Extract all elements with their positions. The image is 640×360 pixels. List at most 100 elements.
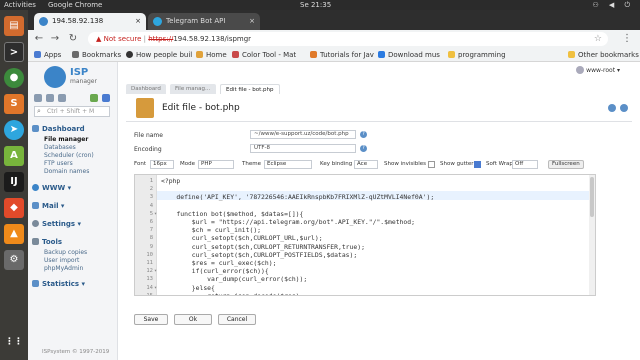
fold-toggle-icon[interactable]: ▾ [154, 210, 157, 218]
address-bar[interactable]: ▲ Not secure | https://194.58.92.138/isp… [88, 32, 608, 46]
files-icon[interactable]: ▤ [4, 16, 24, 36]
code-line[interactable]: $ch = curl_init(); [161, 226, 261, 234]
sidebar-item-databases[interactable]: Databases [44, 144, 76, 151]
bookmark-bookmarks[interactable]: Bookmarks [72, 48, 121, 62]
not-secure-icon[interactable]: ▲ [96, 35, 101, 43]
terminal-icon[interactable]: > [4, 42, 24, 62]
save-button[interactable]: Save [134, 314, 168, 325]
menu-icon[interactable]: ⋮ [620, 32, 634, 46]
section-settings[interactable]: Settings ▾ [32, 220, 81, 228]
font-size-select[interactable]: 16px [150, 160, 174, 169]
code-line[interactable]: $url = "https://api.telegram.org/bot".AP… [161, 218, 415, 226]
code-line[interactable]: curl_setopt($ch,CURLOPT_URL,$url); [161, 234, 323, 242]
user-menu[interactable]: www-root ▾ [576, 66, 620, 74]
show-apps-icon[interactable]: ⋮⋮ [4, 332, 24, 352]
mode-select[interactable]: PHP [198, 160, 234, 169]
code-line[interactable]: return json_decode($res); [161, 292, 303, 295]
back-icon[interactable]: ← [32, 32, 46, 46]
collapse-icon[interactable] [102, 94, 110, 102]
help-icon[interactable]: ? [360, 131, 367, 138]
code-line[interactable]: function bot($method, $datas=[]){ [161, 210, 303, 218]
bookmark-programming[interactable]: programming [448, 48, 506, 62]
sidebar-item-domain-names[interactable]: Domain names [44, 168, 89, 175]
fullscreen-button[interactable]: Fullscreen [548, 160, 584, 169]
history-icon[interactable] [58, 94, 66, 102]
file-name-field[interactable]: ~/www/e-support.uz/code/bot.php [250, 130, 356, 139]
bookmark-tutorials[interactable]: Tutorials for Jav [310, 48, 374, 62]
code-line[interactable]: $res = curl_exec($ch); [161, 259, 277, 267]
cancel-button[interactable]: Cancel [218, 314, 256, 325]
code-line[interactable]: }else{ [161, 284, 215, 292]
section-dashboard[interactable]: Dashboard [32, 125, 85, 133]
close-icon[interactable]: × [249, 13, 255, 30]
close-icon[interactable]: × [135, 13, 141, 30]
encoding-select[interactable]: UTF-8 [250, 144, 356, 153]
code-line[interactable]: curl_setopt($ch,CURLOPT_RETURNTRANSFER,t… [161, 243, 365, 251]
crumb-dashboard[interactable]: Dashboard [126, 84, 166, 94]
scroll-thumb[interactable] [590, 177, 594, 217]
fold-toggle-icon[interactable]: ▾ [154, 284, 157, 292]
vlc-icon[interactable]: ▲ [4, 224, 24, 244]
settings-icon[interactable]: ⚙ [4, 250, 24, 270]
menu-grid-icon[interactable] [34, 94, 42, 102]
system-tray-icons[interactable]: ⚇ ◀ ⏻ [592, 0, 634, 10]
expand-icon[interactable] [90, 94, 98, 102]
invisibles-checkbox[interactable] [428, 161, 435, 168]
refresh-icon[interactable] [608, 104, 616, 112]
bookmark-color-tool[interactable]: Color Tool - Mat [232, 48, 296, 62]
code-line[interactable]: if(curl_error($ch)){ [161, 267, 269, 275]
bookmark-star-icon[interactable]: ☆ [594, 32, 602, 46]
bookmark-how-people[interactable]: How people buil [126, 48, 192, 62]
help-icon[interactable]: ? [360, 145, 367, 152]
code-editor[interactable]: 1 <?php 2 3 define('API_KEY', '787226546:AA… [134, 174, 596, 296]
help-icon[interactable] [620, 104, 628, 112]
clock[interactable]: Se 21:35 [300, 0, 331, 10]
ok-button[interactable]: Ok [174, 314, 212, 325]
section-www[interactable]: WWW ▾ [32, 184, 71, 192]
sidebar-item-backup[interactable]: Backup copies [44, 249, 87, 256]
sidebar-item-file-manager[interactable]: File manager [44, 136, 88, 143]
bookmark-other[interactable]: Other bookmarks [568, 48, 639, 62]
tab-title: 194.58.92.138 [52, 17, 104, 25]
crumb-file-manager[interactable]: File manag... [170, 84, 216, 94]
bookmark-home[interactable]: Home [196, 48, 227, 62]
app-menu[interactable]: Google Chrome [48, 0, 102, 10]
code-line[interactable]: var_dump(curl_error($ch)); [161, 275, 307, 283]
sidebar-item-scheduler[interactable]: Scheduler (cron) [44, 152, 94, 159]
code-line[interactable]: curl_setopt($ch,CURLOPT_POSTFIELDS,$data… [161, 251, 357, 259]
code-line[interactable]: define('API_KEY', '787226546:AAEIkRnspbK… [161, 193, 434, 201]
home-icon [196, 51, 203, 58]
sublime-icon[interactable]: S [4, 94, 24, 114]
code-line[interactable]: <?php [161, 177, 180, 185]
sidebar-search-input[interactable]: ⌕ Ctrl + Shift + M [34, 106, 110, 117]
git-icon[interactable]: ◆ [4, 198, 24, 218]
isp-logo-icon[interactable] [44, 66, 66, 88]
tab-telegram-bot-api[interactable]: Telegram Bot API × [148, 13, 260, 30]
section-tools[interactable]: Tools [32, 238, 62, 246]
chrome-icon[interactable]: ● [4, 68, 24, 88]
telegram-icon[interactable]: ➤ [4, 120, 24, 140]
forward-icon[interactable]: → [48, 32, 62, 46]
theme-select[interactable]: Eclipse [264, 160, 312, 169]
softwrap-select[interactable]: Off [512, 160, 538, 169]
apps-icon [34, 51, 41, 58]
gutter-checkbox[interactable] [474, 161, 481, 168]
sidebar-item-phpmyadmin[interactable]: phpMyAdmin [44, 265, 83, 272]
intellij-icon[interactable]: IJ [4, 172, 24, 192]
reload-icon[interactable]: ↻ [66, 32, 80, 46]
section-mail[interactable]: Mail ▾ [32, 202, 64, 210]
keybinding-select[interactable]: Ace [354, 160, 378, 169]
crumb-edit-file[interactable]: Edit file - bot.php [220, 84, 280, 94]
sidebar-item-user-import[interactable]: User import [44, 257, 79, 264]
bookmark-download[interactable]: Download mus [378, 48, 440, 62]
editor-scrollbar[interactable] [589, 175, 595, 295]
star-icon[interactable] [46, 94, 54, 102]
section-statistics[interactable]: Statistics ▾ [32, 280, 85, 288]
fold-toggle-icon[interactable]: ▾ [154, 267, 157, 275]
android-studio-icon[interactable]: A [4, 146, 24, 166]
bookmark-apps[interactable]: Apps [34, 48, 61, 62]
sidebar-item-ftp-users[interactable]: FTP users [44, 160, 73, 167]
tab-ispmanager[interactable]: 194.58.92.138 × [34, 13, 146, 30]
folder-icon [448, 51, 455, 58]
activities-button[interactable]: Activities [4, 0, 36, 10]
